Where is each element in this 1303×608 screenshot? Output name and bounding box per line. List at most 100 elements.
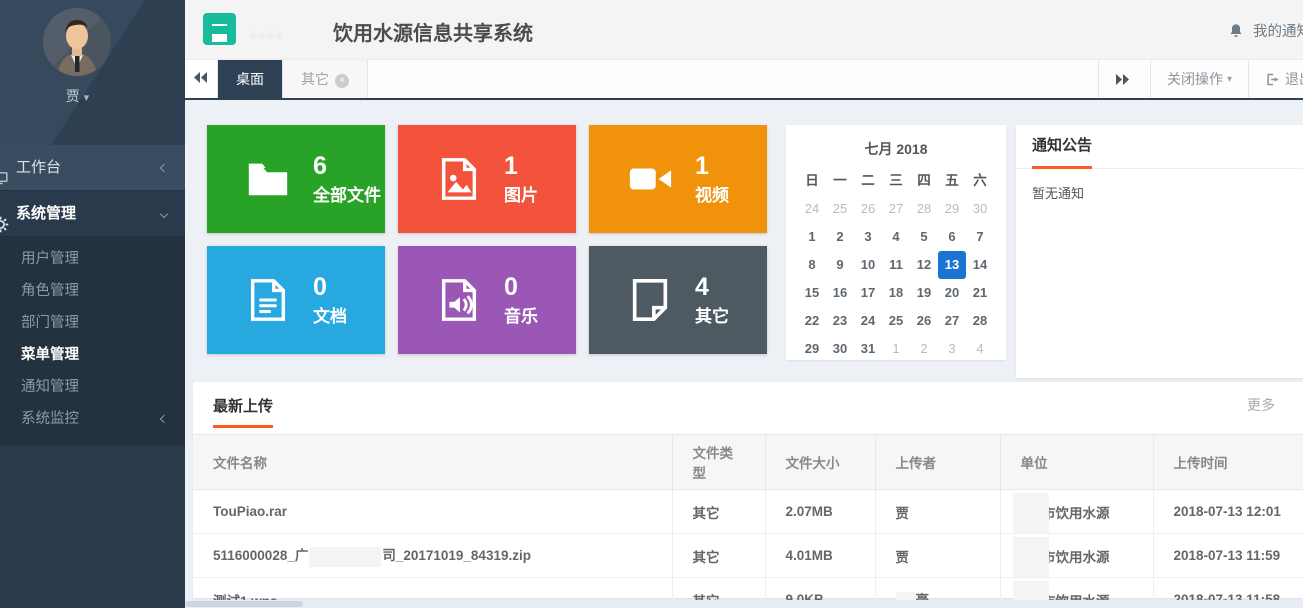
column-header: 文件大小 [765,435,875,490]
calendar-day[interactable]: 4 [966,335,994,363]
stat-count: 1 [695,152,729,181]
calendar-weekday: 三 [882,167,910,195]
sidebar-submenu: 用户管理角色管理部门管理菜单管理通知管理系统监控 [0,237,185,445]
calendar-day[interactable]: 27 [882,195,910,223]
close-operations-dropdown[interactable]: 关闭操作 ▾ [1150,60,1248,98]
sidebar-subitem[interactable]: 通知管理 [0,371,185,403]
calendar-day[interactable]: 3 [938,335,966,363]
calendar-day[interactable]: 6 [938,223,966,251]
calendar-day[interactable]: 31 [854,335,882,363]
stat-card-其它[interactable]: 4其它 [589,246,767,354]
cell-unit: 市饮用水源 [1000,490,1153,534]
stat-label: 音乐 [504,302,538,327]
calendar-day[interactable]: 24 [798,195,826,223]
calendar-day[interactable]: 18 [882,279,910,307]
username-dropdown[interactable]: 贾 ▾ [0,86,155,106]
stat-card-图片[interactable]: 1图片 [398,125,576,233]
more-uploads-link[interactable]: 更多 [1247,395,1275,415]
calendar-day[interactable]: 28 [910,195,938,223]
sidebar-subitem[interactable]: 部门管理 [0,307,185,339]
calendar-day[interactable]: 19 [910,279,938,307]
calendar-day[interactable]: 14 [966,251,994,279]
calendar-day[interactable]: 8 [798,251,826,279]
chevron-down-icon: ▾ [1227,74,1232,85]
calendar-day[interactable]: 17 [854,279,882,307]
stat-card-视频[interactable]: 1视频 [589,125,767,233]
calendar-day[interactable]: 21 [966,279,994,307]
table-row[interactable]: TouPiao.rar其它2.07MB贾市饮用水源2018-07-13 12:0… [193,490,1303,534]
avatar[interactable] [43,8,111,76]
calendar-day[interactable]: 15 [798,279,826,307]
sidebar-subitem[interactable]: 系统监控 [0,403,185,435]
scrollbar-thumb[interactable] [185,601,303,607]
logout-button[interactable]: 退出 [1248,60,1303,98]
chevron-left-icon [160,415,168,423]
tab-item[interactable]: 其它× [283,60,368,98]
tabs-scroll-right-button[interactable] [1098,60,1150,98]
calendar-day[interactable]: 10 [854,251,882,279]
tab-list: 桌面 其它× [218,60,368,98]
stat-card-音乐[interactable]: 0音乐 [398,246,576,354]
horizontal-scrollbar[interactable] [185,600,1303,608]
calendar-day[interactable]: 20 [938,279,966,307]
calendar-day[interactable]: 1 [882,335,910,363]
sidebar-subitem-label: 角色管理 [21,283,79,299]
menu-toggle-button[interactable] [203,13,236,45]
calendar-day[interactable]: 30 [966,195,994,223]
image-icon [436,156,482,202]
tabs-scroll-left-button[interactable] [185,60,218,98]
sidebar-subitem[interactable]: 菜单管理 [0,339,185,371]
calendar-day[interactable]: 29 [798,335,826,363]
calendar-day[interactable]: 16 [826,279,854,307]
calendar-day[interactable]: 25 [826,195,854,223]
double-arrow-left-icon [194,72,208,83]
calendar-day[interactable]: 1 [798,223,826,251]
calendar-day[interactable]: 27 [938,307,966,335]
calendar-day[interactable]: 9 [826,251,854,279]
calendar-day[interactable]: 24 [854,307,882,335]
calendar-day[interactable]: 30 [826,335,854,363]
calendar-day[interactable]: 2 [826,223,854,251]
music-icon [436,277,482,323]
tab-label: 桌面 [236,71,264,87]
stat-label: 文档 [313,302,347,327]
calendar-day[interactable]: 5 [910,223,938,251]
table-row[interactable]: 5116000028_广司_20171019_84319.zip其它4.01MB… [193,534,1303,578]
tab-active[interactable]: 桌面 [218,60,283,98]
user-profile: 贾 ▾ [0,0,185,145]
sidebar-subitem[interactable]: 用户管理 [0,243,185,275]
calendar-day[interactable]: 28 [966,307,994,335]
stat-label: 其它 [695,302,729,327]
stat-card-文档[interactable]: 0文档 [207,246,385,354]
stat-card-全部文件[interactable]: 6全部文件 [207,125,385,233]
stat-label: 图片 [504,181,538,206]
stat-count: 4 [695,273,729,302]
calendar-day[interactable]: 4 [882,223,910,251]
calendar-day[interactable]: 11 [882,251,910,279]
calendar-day[interactable]: 2 [910,335,938,363]
calendar-day[interactable]: 7 [966,223,994,251]
tab-bar: 桌面 其它× 关闭操作 ▾ 退出 [185,60,1303,100]
redaction-block [1013,537,1049,578]
calendar-day[interactable]: 3 [854,223,882,251]
calendar-day[interactable]: 26 [910,307,938,335]
calendar-day[interactable]: 25 [882,307,910,335]
notice-empty-text: 暂无通知 [1016,169,1303,216]
stat-cards: 6全部文件1图片1视频0文档0音乐4其它 [207,125,767,354]
calendar-day[interactable]: 12 [910,251,938,279]
calendar-day[interactable]: 23 [826,307,854,335]
cell-file-name: TouPiao.rar [193,490,672,534]
my-notifications-button[interactable]: 我的通知 [1228,20,1303,41]
username: 贾 [66,88,80,104]
sidebar-subitem[interactable]: 角色管理 [0,275,185,307]
calendar-day-selected[interactable]: 13 [938,251,966,279]
calendar-weekday: 二 [854,167,882,195]
sidebar-item-system-management[interactable]: 系统管理 [0,191,185,237]
close-icon[interactable]: × [335,74,349,88]
cell-file-size: 4.01MB [765,534,875,578]
calendar-day[interactable]: 29 [938,195,966,223]
calendar-day[interactable]: 26 [854,195,882,223]
calendar-day[interactable]: 22 [798,307,826,335]
stat-label: 视频 [695,181,729,206]
sidebar-item-workbench[interactable]: 工作台 [0,145,185,191]
